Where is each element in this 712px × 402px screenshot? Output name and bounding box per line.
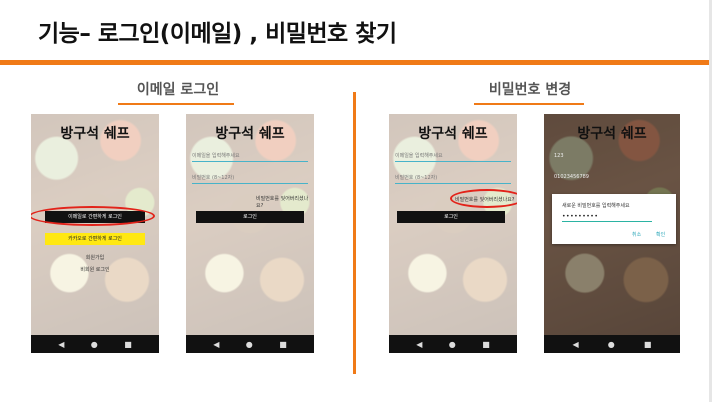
recent-apps-icon[interactable]: ■ <box>644 340 652 349</box>
section-label-email-login: 이메일 로그인 <box>136 82 220 98</box>
cancel-button[interactable]: 취소 <box>632 231 641 238</box>
back-icon[interactable]: ◀ <box>416 340 422 349</box>
home-icon[interactable]: ● <box>246 340 253 349</box>
password-input[interactable]: 비밀번호 (8~12자) <box>192 174 308 184</box>
password-input[interactable]: 비밀번호 (8~12자) <box>395 174 511 184</box>
home-icon[interactable]: ● <box>91 340 98 349</box>
back-icon[interactable]: ◀ <box>58 340 64 349</box>
section-label-password-change: 비밀번호 변경 <box>488 82 572 98</box>
email-input[interactable]: 이메일을 입력해주세요 <box>192 152 308 162</box>
phone-screen-login-options: 방구석 쉐프 이메일로 간편하게 로그인 카카오로 간편하게 로그인 회원가입 … <box>31 114 159 353</box>
recent-apps-icon[interactable]: ■ <box>124 340 132 349</box>
non-member-login-link[interactable]: 비회원 로그인 <box>31 266 159 273</box>
slide-title: 기능– 로그인(이메일) , 비밀번호 찾기 <box>38 21 397 47</box>
android-navbar: ◀ ● ■ <box>186 335 314 353</box>
dialog-title: 새로운 비밀번호를 입력해주세요 <box>562 203 630 209</box>
section-underline-email-login <box>118 103 234 105</box>
new-password-field[interactable]: ••••••••• <box>562 213 652 222</box>
phone-screen-forgot-password: 방구석 쉐프 이메일을 입력해주세요 비밀번호 (8~12자) 비밀번호를 잊어… <box>389 114 517 353</box>
forgot-password-link[interactable]: 비밀번호를 잊어버리셨나요? <box>256 195 314 209</box>
email-input-value: 123 <box>554 153 564 159</box>
android-navbar: ◀ ● ■ <box>544 335 680 353</box>
app-title: 방구석 쉐프 <box>215 126 285 142</box>
signup-link[interactable]: 회원가입 <box>31 254 159 261</box>
new-password-dialog: 새로운 비밀번호를 입력해주세요 ••••••••• 취소 확인 <box>552 194 676 244</box>
highlight-ellipse <box>31 206 155 226</box>
confirm-button[interactable]: 확인 <box>656 231 665 238</box>
app-title: 방구석 쉐프 <box>418 126 488 142</box>
home-icon[interactable]: ● <box>608 340 615 349</box>
android-navbar: ◀ ● ■ <box>389 335 517 353</box>
recent-apps-icon[interactable]: ■ <box>482 340 490 349</box>
kakao-login-button[interactable]: 카카오로 간편하게 로그인 <box>45 233 145 245</box>
highlight-ellipse <box>450 189 517 208</box>
title-accent-bar <box>0 60 712 65</box>
password-input-value: 01023456789 <box>554 174 589 180</box>
login-button[interactable]: 로그인 <box>196 211 304 223</box>
back-icon[interactable]: ◀ <box>573 340 579 349</box>
section-divider <box>353 92 356 374</box>
phone-screen-email-login-form: 방구석 쉐프 이메일을 입력해주세요 비밀번호 (8~12자) 비밀번호를 잊어… <box>186 114 314 353</box>
recent-apps-icon[interactable]: ■ <box>279 340 287 349</box>
phone-screen-new-password-dialog: 방구석 쉐프 123 01023456789 새로운 비밀번호를 입력해주세요 … <box>544 114 680 353</box>
app-title: 방구석 쉐프 <box>577 126 647 142</box>
login-button[interactable]: 로그인 <box>397 211 505 223</box>
email-input[interactable]: 이메일을 입력해주세요 <box>395 152 511 162</box>
app-title: 방구석 쉐프 <box>60 126 130 142</box>
back-icon[interactable]: ◀ <box>213 340 219 349</box>
home-icon[interactable]: ● <box>449 340 456 349</box>
section-underline-password-change <box>474 103 584 105</box>
android-navbar: ◀ ● ■ <box>31 335 159 353</box>
